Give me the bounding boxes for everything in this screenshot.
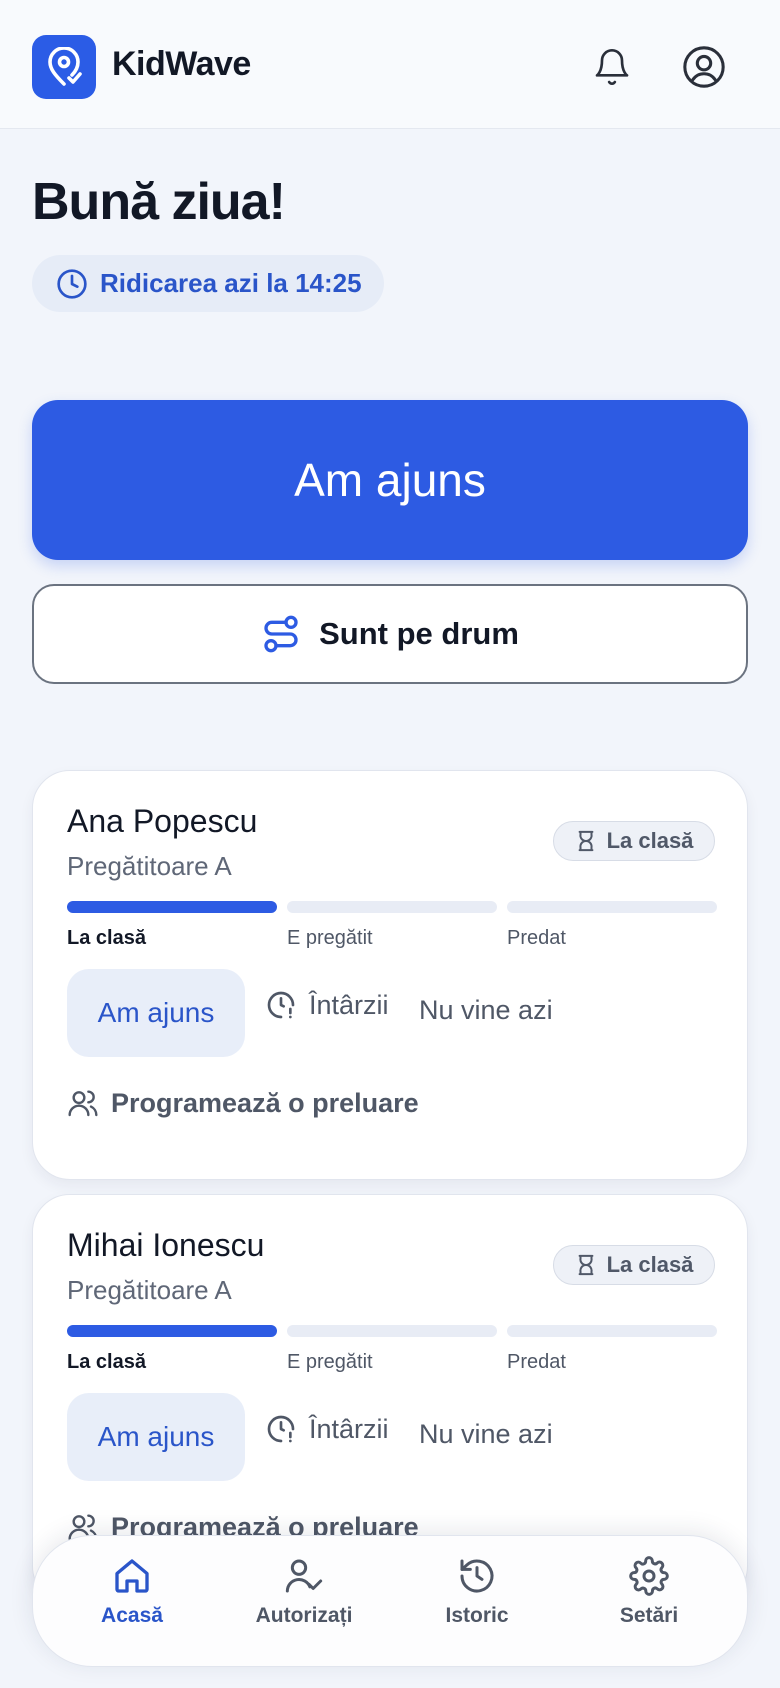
child-class: Pregătitoare A	[67, 851, 232, 881]
bottom-nav: Acasă Autorizați Istoric Setări	[32, 1535, 748, 1667]
status-badge-label: La clasă	[606, 828, 694, 853]
progress-step-2	[287, 1325, 497, 1337]
status-badge-label: La clasă	[606, 1252, 694, 1277]
clock-alert-icon	[267, 991, 295, 1019]
app-header: KidWave	[0, 0, 780, 129]
late-label: Întârzii	[309, 1413, 389, 1444]
hourglass-icon	[578, 1254, 594, 1276]
nav-label-authorized: Autorizați	[255, 1604, 353, 1627]
users-icon	[68, 1090, 98, 1117]
greeting-title: Bună ziua!	[32, 173, 286, 231]
step-label-ready: E pregătit	[287, 1351, 373, 1373]
child-arrived-label: Am ajuns	[97, 1421, 215, 1452]
pickup-progress	[67, 901, 717, 914]
step-label-in-class: La clasă	[67, 927, 146, 949]
on-the-way-label: Sunt pe drum	[319, 616, 519, 651]
user-circle-icon[interactable]	[681, 44, 727, 90]
history-icon	[460, 1559, 494, 1593]
child-name: Mihai Ionescu	[67, 1227, 265, 1263]
app-name: KidWave	[112, 45, 251, 83]
child-name: Ana Popescu	[67, 803, 258, 839]
step-label-handed-over: Predat	[507, 1351, 566, 1373]
schedule-pickup-label: Programează o preluare	[111, 1087, 419, 1118]
step-label-in-class: La clasă	[67, 1351, 146, 1373]
nav-item-authorized[interactable]: Autorizați	[229, 1556, 379, 1650]
pickup-progress	[67, 1325, 717, 1338]
status-badge: La clasă	[553, 1245, 715, 1285]
progress-step-3	[507, 1325, 717, 1337]
progress-step-3	[507, 901, 717, 913]
pickup-time-text: Ridicarea azi la 14:25	[100, 268, 362, 298]
late-button[interactable]: Întârzii	[265, 1413, 389, 1445]
arrived-button[interactable]: Am ajuns	[32, 400, 748, 560]
pickup-time-chip: Ridicarea azi la 14:25	[32, 255, 384, 312]
arrived-button-label: Am ajuns	[294, 454, 486, 506]
absent-button[interactable]: Nu vine azi	[419, 995, 553, 1026]
nav-label-settings: Setări	[619, 1604, 679, 1627]
bell-icon[interactable]	[589, 44, 635, 90]
nav-item-history[interactable]: Istoric	[402, 1556, 552, 1650]
location-logo-icon	[32, 35, 96, 99]
clock-alert-icon	[267, 1415, 295, 1443]
nav-label-home: Acasă	[101, 1604, 163, 1627]
child-card: Ana Popescu Pregătitoare A La clasă La c…	[32, 770, 748, 1180]
status-badge: La clasă	[553, 821, 715, 861]
child-arrived-button[interactable]: Am ajuns	[67, 969, 245, 1057]
clock-icon	[57, 268, 87, 299]
home-icon	[115, 1559, 149, 1593]
nav-item-settings[interactable]: Setări	[574, 1556, 724, 1650]
child-arrived-label: Am ajuns	[97, 997, 215, 1028]
hourglass-icon	[578, 830, 594, 852]
on-the-way-button[interactable]: Sunt pe drum	[32, 584, 748, 684]
progress-step-2	[287, 901, 497, 913]
route-icon	[264, 615, 298, 653]
progress-step-1	[67, 901, 277, 913]
user-check-icon	[285, 1559, 323, 1593]
schedule-pickup-link[interactable]: Programează o preluare	[67, 1087, 419, 1119]
late-label: Întârzii	[309, 989, 389, 1020]
progress-step-1	[67, 1325, 277, 1337]
child-class: Pregătitoare A	[67, 1275, 232, 1305]
step-label-ready: E pregătit	[287, 927, 373, 949]
step-label-handed-over: Predat	[507, 927, 566, 949]
child-arrived-button[interactable]: Am ajuns	[67, 1393, 245, 1481]
nav-label-history: Istoric	[445, 1604, 509, 1627]
late-button[interactable]: Întârzii	[265, 989, 389, 1021]
settings-icon	[629, 1556, 669, 1596]
absent-button[interactable]: Nu vine azi	[419, 1419, 553, 1450]
nav-item-home[interactable]: Acasă	[57, 1556, 207, 1650]
